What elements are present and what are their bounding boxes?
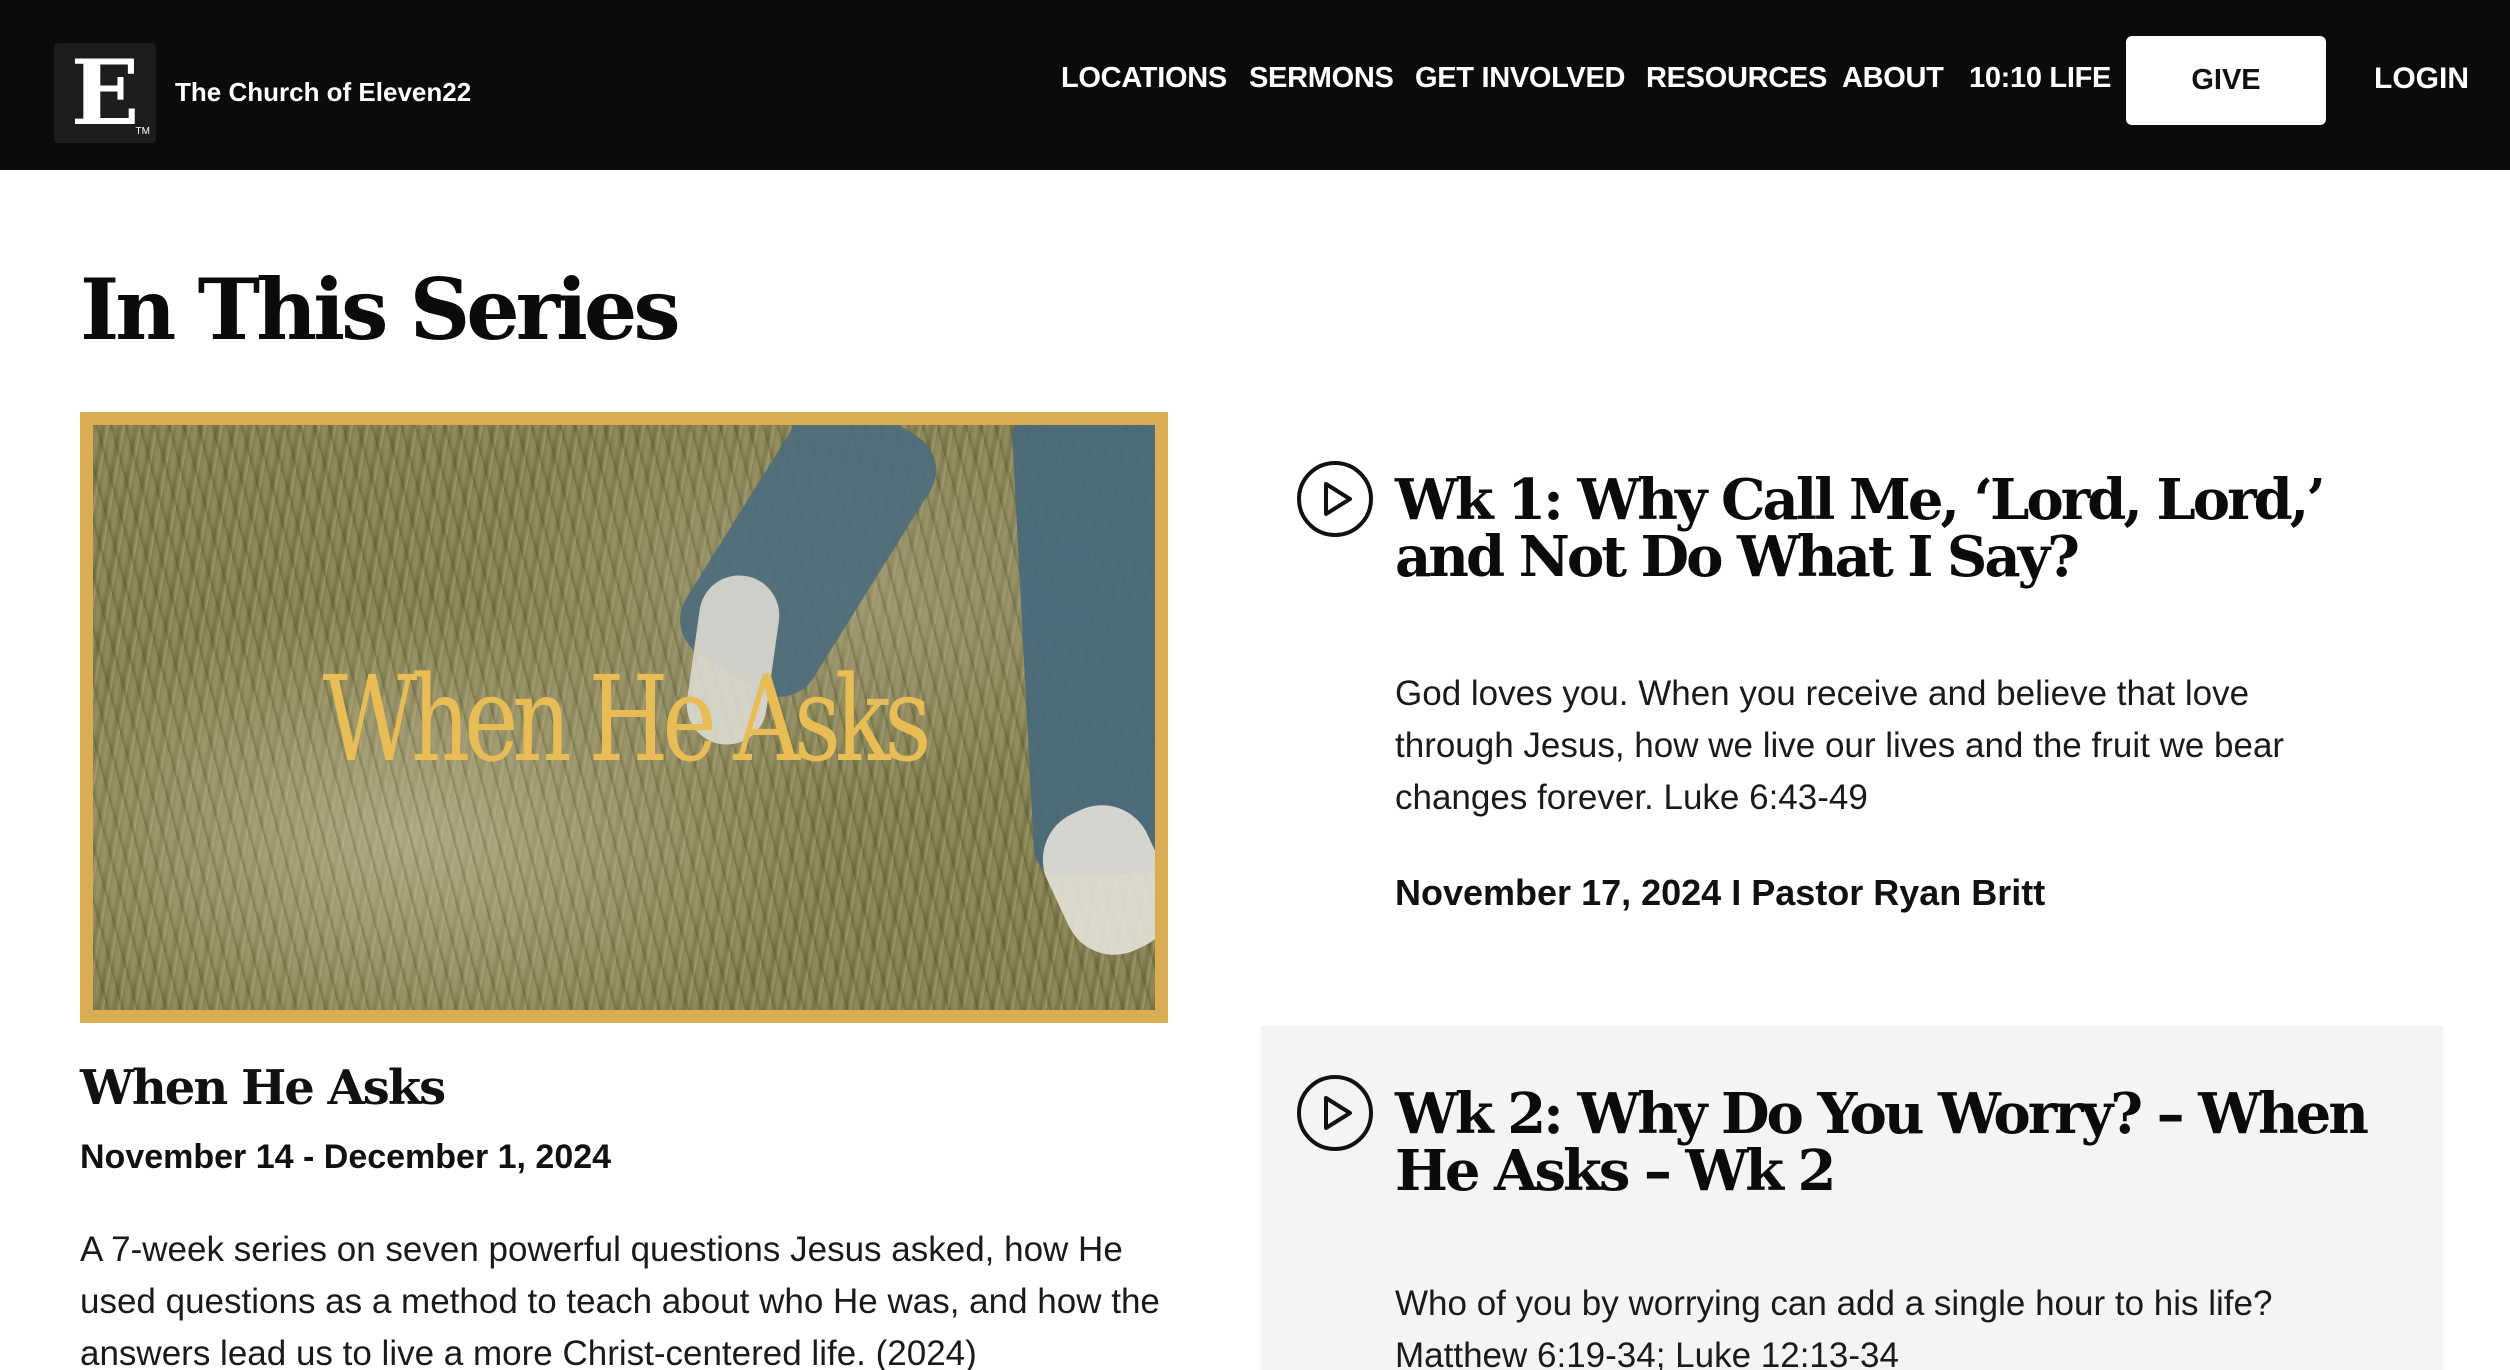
play-circle-icon[interactable] bbox=[1296, 460, 1374, 538]
artwork-title-text: When He Asks bbox=[322, 650, 932, 788]
series-artwork[interactable]: When He Asks bbox=[80, 412, 1168, 1023]
play-circle-icon[interactable] bbox=[1296, 1074, 1374, 1152]
nav-get-involved[interactable]: GET INVOLVED bbox=[1415, 62, 1625, 95]
church-logo[interactable]: E TM bbox=[54, 43, 156, 143]
nav-1010-life[interactable]: 10:10 LIFE bbox=[1969, 62, 2111, 95]
sermon-card[interactable]: Wk 1: Why Call Me, ‘Lord, Lord,’ and Not… bbox=[1261, 412, 2443, 1026]
nav-sermons[interactable]: SERMONS bbox=[1249, 62, 1394, 95]
series-dates: November 14 - December 1, 2024 bbox=[80, 1138, 612, 1176]
series-description: A 7-week series on seven powerful questi… bbox=[80, 1230, 1160, 1370]
sermon-description: God loves you. When you receive and beli… bbox=[1395, 674, 2285, 817]
church-name[interactable]: The Church of Eleven22 bbox=[175, 77, 471, 108]
sermon-description: Who of you by worrying can add a single … bbox=[1395, 1284, 2273, 1370]
site-header: E TM The Church of Eleven22 LOCATIONS SE… bbox=[0, 0, 2510, 170]
logo-trademark: TM bbox=[135, 126, 150, 137]
series-artwork-photo: When He Asks bbox=[93, 425, 1155, 1010]
sermon-title[interactable]: Wk 2: Why Do You Worry? – When He Asks –… bbox=[1395, 1086, 2405, 1200]
sermon-date-speaker: November 17, 2024 I Pastor Ryan Britt bbox=[1395, 872, 2046, 913]
sermon-title[interactable]: Wk 1: Why Call Me, ‘Lord, Lord,’ and Not… bbox=[1395, 472, 2405, 586]
nav-locations[interactable]: LOCATIONS bbox=[1061, 62, 1227, 95]
give-button[interactable]: GIVE bbox=[2126, 36, 2326, 125]
login-link[interactable]: LOGIN bbox=[2374, 62, 2469, 96]
nav-about[interactable]: ABOUT bbox=[1842, 62, 1944, 95]
series-name: When He Asks bbox=[80, 1060, 446, 1116]
page-title: In This Series bbox=[80, 260, 681, 359]
sermon-card[interactable]: Wk 2: Why Do You Worry? – When He Asks –… bbox=[1261, 1026, 2443, 1370]
nav-resources[interactable]: RESOURCES bbox=[1646, 62, 1827, 95]
